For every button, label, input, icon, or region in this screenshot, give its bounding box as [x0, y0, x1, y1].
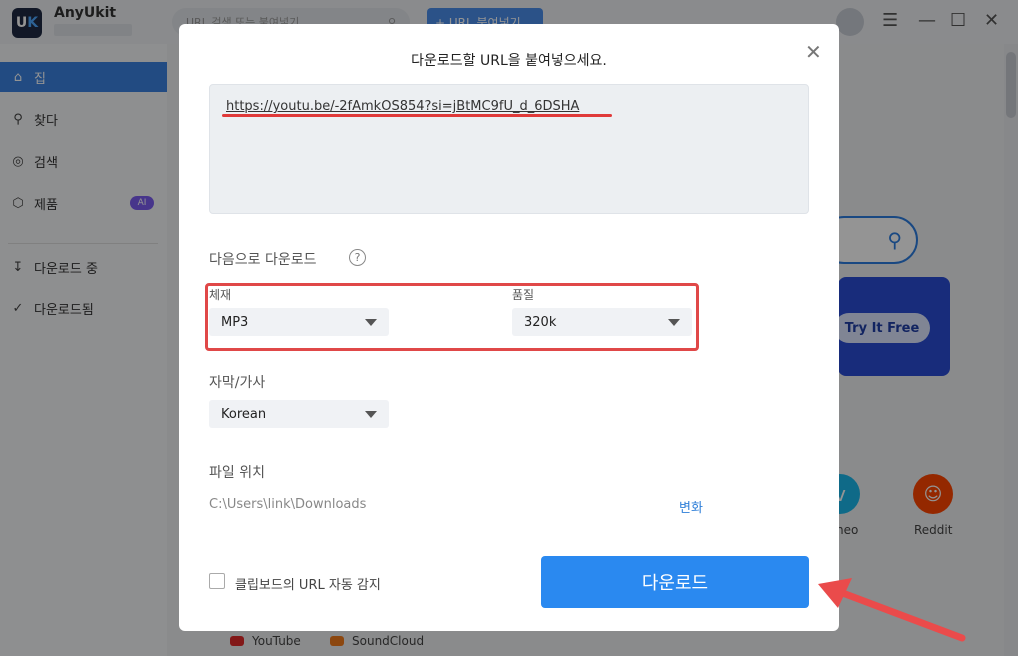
- annotation-arrow-icon: [818, 578, 966, 642]
